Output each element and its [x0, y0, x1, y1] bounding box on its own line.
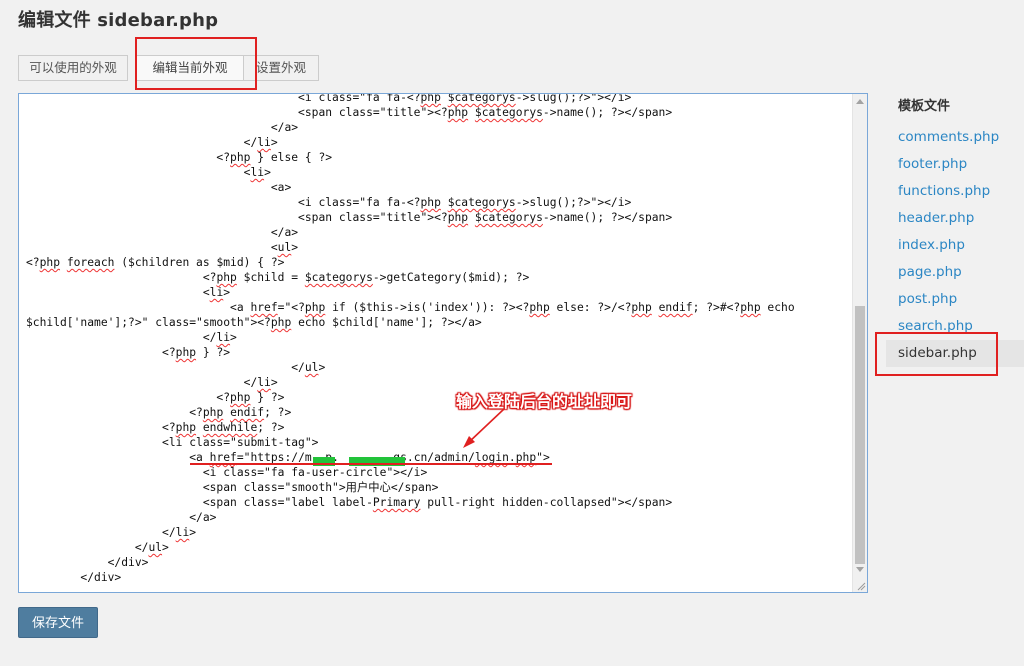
code-line: <?php endif; ?>	[26, 406, 292, 419]
page-title: 编辑文件 sidebar.php	[18, 10, 219, 31]
file-link-page[interactable]: page.php	[898, 259, 1024, 286]
code-line: <a>	[26, 181, 292, 194]
code-content[interactable]: <i class="fa fa-<?php $categorys->slug()…	[26, 93, 795, 585]
file-link-functions[interactable]: functions.php	[898, 178, 1024, 205]
code-line: <a href="<?php if ($this->is('index')): …	[26, 301, 795, 314]
code-line: <span class="title"><?php $categorys->na…	[26, 106, 673, 119]
code-line: <?php $child = $categorys->getCategory($…	[26, 271, 530, 284]
code-line: </a>	[26, 121, 299, 134]
code-line: </ul>	[26, 361, 326, 374]
file-link-footer[interactable]: footer.php	[898, 151, 1024, 178]
resize-grip-icon[interactable]	[856, 581, 866, 591]
code-line: </div>	[26, 556, 149, 569]
tab-theme-settings[interactable]: 设置外观	[244, 55, 319, 81]
file-link-search[interactable]: search.php	[898, 313, 1024, 340]
code-editor[interactable]: <i class="fa fa-<?php $categorys->slug()…	[18, 93, 868, 593]
tab-available-themes[interactable]: 可以使用的外观	[18, 55, 128, 81]
code-line: </ul>	[26, 541, 169, 554]
code-line: <span class="title"><?php $categorys->na…	[26, 211, 673, 224]
file-link-comments[interactable]: comments.php	[898, 124, 1024, 151]
code-line: $child['name'];?>" class="smooth"><?php …	[26, 316, 482, 329]
file-link-index[interactable]: index.php	[898, 232, 1024, 259]
code-line: <li class="submit-tag">	[26, 436, 319, 449]
code-line: <?php endwhile; ?>	[26, 421, 285, 434]
scroll-down-icon[interactable]	[856, 567, 864, 572]
save-file-button[interactable]: 保存文件	[18, 607, 98, 638]
code-line: <li>	[26, 166, 271, 179]
file-link-header[interactable]: header.php	[898, 205, 1024, 232]
code-line: <?php } ?>	[26, 391, 285, 404]
vertical-scrollbar[interactable]	[852, 94, 867, 592]
code-line: <i class="fa fa-<?php $categorys->slug()…	[26, 196, 632, 209]
code-line: <?php } ?>	[26, 346, 231, 359]
code-line: </li>	[26, 376, 278, 389]
file-link-post[interactable]: post.php	[898, 286, 1024, 313]
appearance-tabs: 可以使用的外观 编辑当前外观 设置外观	[18, 55, 323, 81]
code-line: </li>	[26, 136, 278, 149]
sidebar-title: 模板文件	[898, 99, 951, 114]
code-line: </li>	[26, 526, 197, 539]
annotation-arrow-icon	[463, 408, 505, 448]
code-line: <i class="fa fa-user-circle"></i>	[26, 466, 428, 479]
code-line: <span class="label label-Primary pull-ri…	[26, 496, 673, 509]
scroll-up-icon[interactable]	[856, 99, 864, 104]
code-line: </li>	[26, 331, 237, 344]
template-files-sidebar: 模板文件 comments.php footer.php functions.p…	[886, 98, 1024, 367]
file-link-sidebar[interactable]: sidebar.php	[886, 340, 1024, 367]
code-line: </a>	[26, 511, 217, 524]
code-line: </div>	[26, 571, 122, 584]
code-line: <li>	[26, 286, 231, 299]
code-line: <span class="smooth">用户中心</span>	[26, 481, 439, 494]
code-line: <i class="fa fa-<?php $categorys->slug()…	[26, 93, 632, 104]
tab-edit-current-theme[interactable]: 编辑当前外观	[136, 55, 244, 81]
scrollbar-thumb[interactable]	[855, 306, 865, 564]
code-line: <?php foreach ($children as $mid) { ?>	[26, 256, 285, 269]
code-line: <?php } else { ?>	[26, 151, 333, 164]
code-line: </a>	[26, 226, 299, 239]
url-underline-highlight	[190, 463, 552, 465]
code-line: <ul>	[26, 241, 299, 254]
